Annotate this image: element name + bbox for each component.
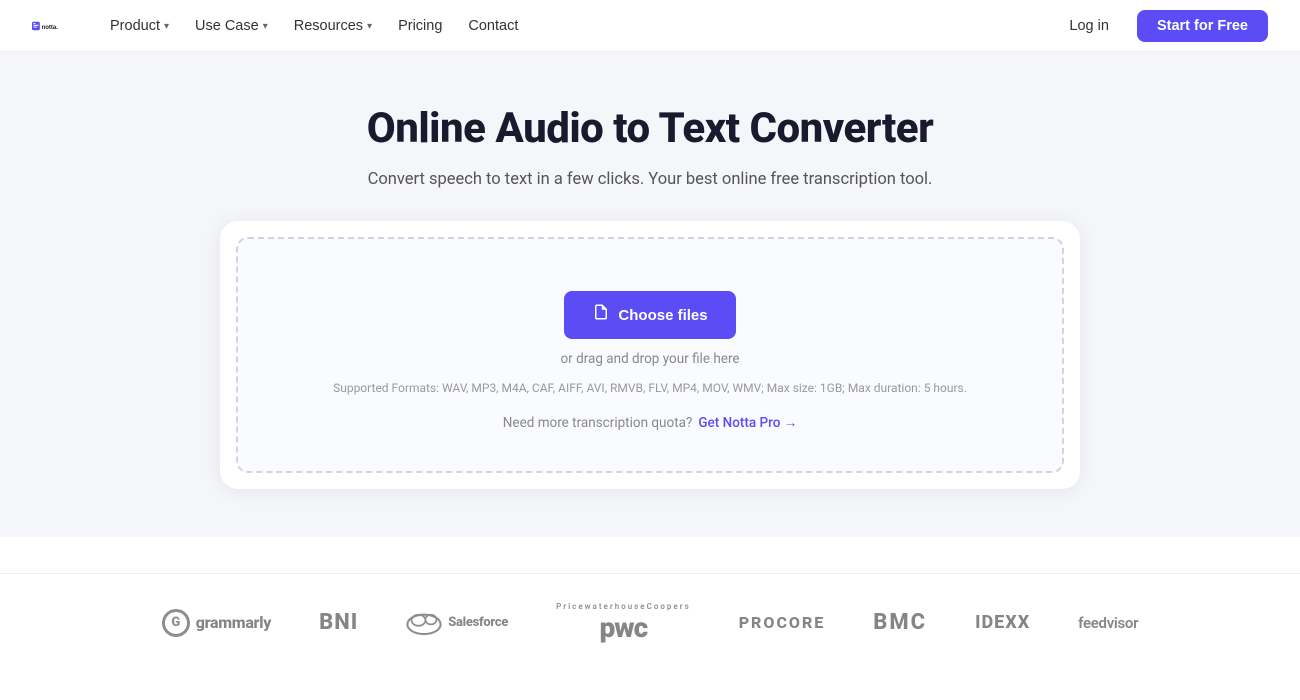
nav-pricing-label: Pricing	[398, 18, 442, 34]
nav-resources-label: Resources	[294, 18, 363, 34]
pro-link[interactable]: Get Notta Pro →	[698, 415, 797, 431]
upload-card: Choose files or drag and drop your file …	[220, 221, 1080, 488]
grammarly-icon: G	[162, 609, 190, 637]
salesforce-icon	[406, 605, 442, 641]
nav-actions: Log in Start for Free	[1053, 10, 1268, 42]
nav-contact[interactable]: Contact	[458, 12, 528, 40]
logo-idexx: IDEXX	[975, 612, 1030, 633]
grammarly-label: grammarly	[196, 613, 271, 632]
logo-salesforce: Salesforce	[406, 605, 508, 641]
nav-use-case-label: Use Case	[195, 18, 259, 34]
upload-formats: Supported Formats: WAV, MP3, M4A, CAF, A…	[333, 379, 967, 398]
logo-feedvisor: feedvisor	[1078, 614, 1138, 632]
logo-bmc: BMC	[873, 610, 927, 635]
logo-grammarly: G grammarly	[162, 609, 271, 637]
feedvisor-label: feedvisor	[1078, 614, 1138, 632]
hero-subtitle: Convert speech to text in a few clicks. …	[20, 170, 1280, 189]
file-icon	[592, 303, 610, 327]
navbar: notta. Product ▾ Use Case ▾ Resources ▾ …	[0, 0, 1300, 52]
quota-text: Need more transcription quota?	[503, 415, 693, 431]
logos-section: G grammarly BNI Salesforce Pricewaterhou…	[0, 537, 1300, 700]
salesforce-label: Salesforce	[448, 615, 508, 630]
logo-pwc: PricewaterhouseCoopers pwc	[556, 602, 691, 644]
hero-title: Online Audio to Text Converter	[20, 104, 1280, 154]
nav-product[interactable]: Product ▾	[100, 12, 179, 40]
nav-contact-label: Contact	[468, 18, 518, 34]
choose-files-label: Choose files	[618, 307, 707, 324]
procore-label: PROCORE	[739, 613, 826, 632]
quota-row: Need more transcription quota? Get Notta…	[503, 415, 797, 431]
upload-dropzone[interactable]: Choose files or drag and drop your file …	[236, 237, 1064, 472]
bmc-label: BMC	[873, 610, 927, 635]
bni-label: BNI	[319, 610, 358, 635]
nav-resources[interactable]: Resources ▾	[284, 12, 382, 40]
hero-section: Online Audio to Text Converter Convert s…	[0, 52, 1300, 537]
pwc-lockup: PricewaterhouseCoopers pwc	[556, 602, 691, 644]
logo-procore: PROCORE	[739, 613, 826, 632]
chevron-down-icon: ▾	[263, 21, 268, 32]
chevron-down-icon: ▾	[367, 21, 372, 32]
idexx-label: IDEXX	[975, 612, 1030, 633]
logos-strip: G grammarly BNI Salesforce Pricewaterhou…	[0, 573, 1300, 672]
chevron-down-icon: ▾	[164, 21, 169, 32]
logo[interactable]: notta.	[32, 8, 68, 44]
svg-text:notta.: notta.	[42, 25, 59, 31]
upload-or-text: or drag and drop your file here	[560, 351, 739, 367]
nav-product-label: Product	[110, 18, 160, 34]
start-free-button[interactable]: Start for Free	[1137, 10, 1268, 42]
nav-pricing[interactable]: Pricing	[388, 12, 452, 40]
nav-links: Product ▾ Use Case ▾ Resources ▾ Pricing…	[100, 12, 1021, 40]
logo-bni: BNI	[319, 610, 358, 635]
login-button[interactable]: Log in	[1053, 11, 1125, 41]
pwc-label: pwc	[600, 611, 648, 644]
nav-use-case[interactable]: Use Case ▾	[185, 12, 278, 40]
pwc-top-label: PricewaterhouseCoopers	[556, 602, 691, 611]
choose-files-button[interactable]: Choose files	[564, 291, 735, 339]
